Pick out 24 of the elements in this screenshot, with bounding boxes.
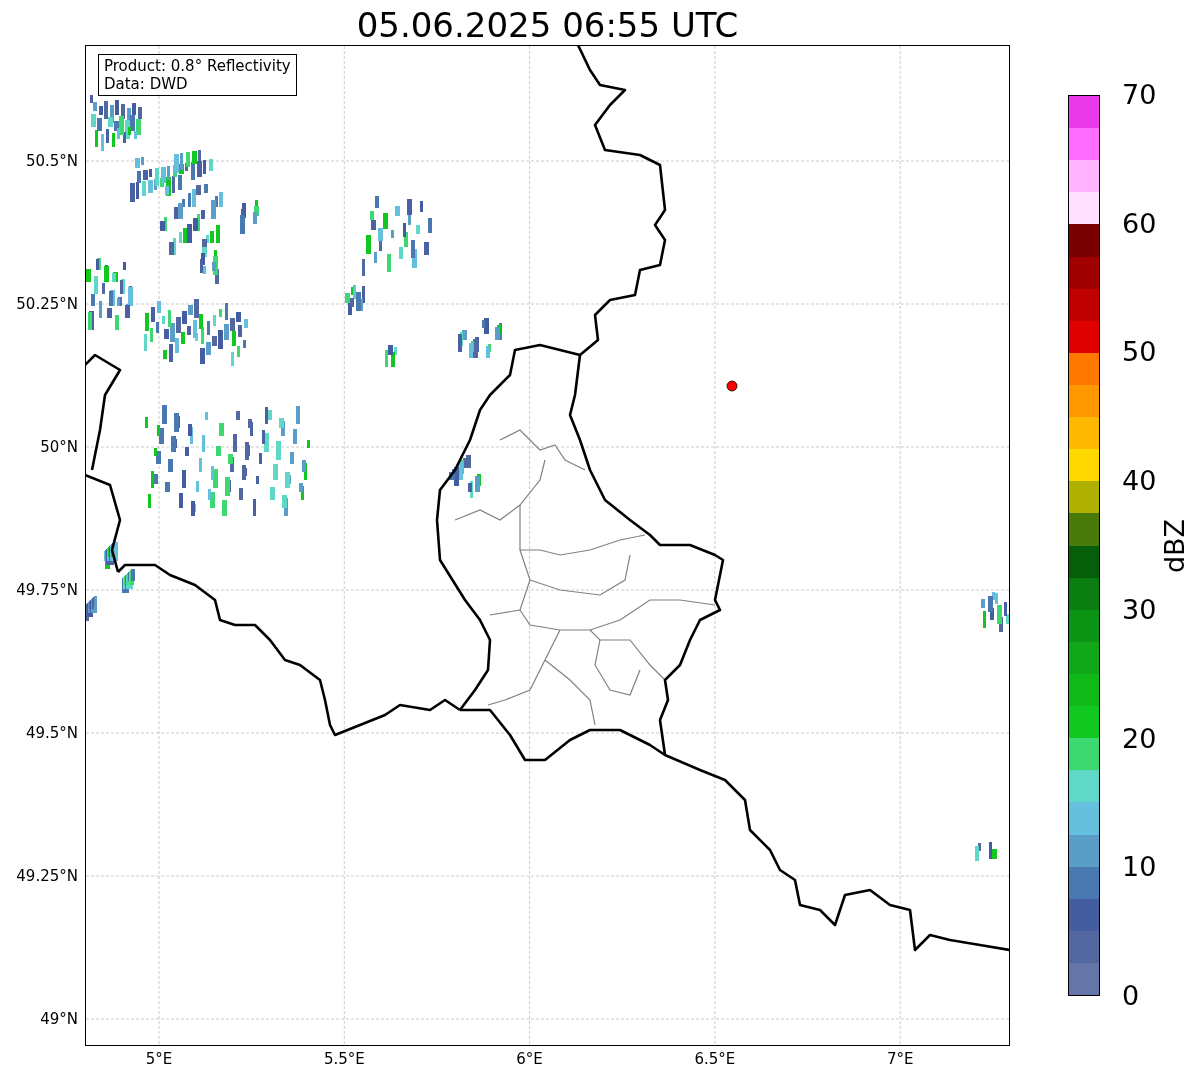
colorbar-tick-label: 20 — [1122, 723, 1157, 754]
latitude-tick-label: 49.5°N — [25, 724, 78, 742]
latitude-tick-label: 49.75°N — [16, 581, 78, 599]
colorbar-tick-label: 50 — [1122, 337, 1157, 368]
chart-title: 05.06.2025 06:55 UTC — [356, 5, 739, 45]
colorbar-tick-label: 30 — [1122, 594, 1157, 625]
colorbar-label: dBZ — [1160, 518, 1191, 573]
longitude-tick-label: 5.5°E — [322, 1050, 366, 1068]
info-text: Data: DWD — [104, 75, 189, 93]
longitude-tick-label: 7°E — [885, 1050, 915, 1068]
latitude-tick-label: 50°N — [40, 438, 78, 456]
latitude-tick-label: 49.25°N — [16, 867, 78, 885]
latitude-tick-label: 50.5°N — [25, 152, 78, 170]
colorbar-tick-label: 40 — [1122, 466, 1157, 497]
longitude-tick-label: 6.5°E — [693, 1050, 737, 1068]
colorbar-tick-label: 70 — [1122, 80, 1157, 110]
colorbar-tick-label: 0 — [1122, 981, 1140, 1011]
latitude-tick-label: 49°N — [40, 1010, 78, 1028]
longitude-tick-label: 6°E — [515, 1050, 544, 1068]
info-text: Product: 0.8° Reflectivity — [104, 57, 291, 75]
colorbar-tick-label: 60 — [1122, 208, 1157, 239]
latitude-tick-label: 50.25°N — [16, 295, 78, 313]
longitude-tick-label: 5°E — [144, 1050, 174, 1068]
colorbar-tick-label: 10 — [1122, 852, 1157, 883]
